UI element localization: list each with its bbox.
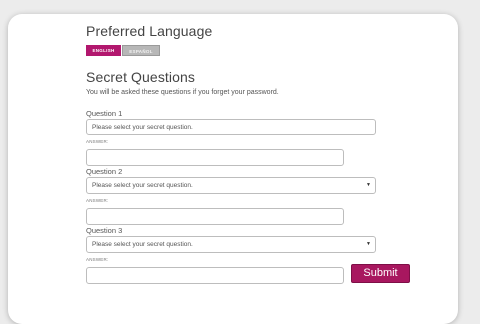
chevron-down-icon: ▼ [366, 241, 371, 247]
answer-2-label: ANSWER: [86, 198, 109, 203]
chevron-down-icon: ▼ [366, 182, 371, 188]
answer-3-label: ANSWER: [86, 257, 109, 262]
answer-3-input[interactable] [86, 267, 344, 284]
answer-2-input[interactable] [86, 208, 344, 225]
question-1-selected-value: Please select your secret question. [92, 124, 193, 131]
preferred-language-title: Preferred Language [86, 23, 213, 39]
answer-1-input[interactable] [86, 149, 344, 166]
secret-questions-title: Secret Questions [86, 69, 195, 85]
answer-1-label: ANSWER: [86, 139, 109, 144]
question-1-select[interactable]: Please select your secret question. [86, 119, 376, 135]
question-3-select[interactable]: Please select your secret question. ▼ [86, 236, 376, 253]
question-2-selected-value: Please select your secret question. [92, 182, 193, 189]
secret-questions-description: You will be asked these questions if you… [86, 89, 279, 96]
espanol-button[interactable]: ESPAÑOL [122, 45, 160, 56]
english-button[interactable]: ENGLISH [86, 45, 121, 56]
question-2-select[interactable]: Please select your secret question. ▼ [86, 177, 376, 194]
submit-button[interactable]: Submit [351, 264, 410, 283]
question-2-label: Question 2 [86, 167, 123, 176]
form-card: Preferred Language ENGLISH ESPAÑOL Secre… [8, 14, 458, 324]
question-1-label: Question 1 [86, 109, 123, 118]
question-3-label: Question 3 [86, 226, 123, 235]
question-3-selected-value: Please select your secret question. [92, 241, 193, 248]
